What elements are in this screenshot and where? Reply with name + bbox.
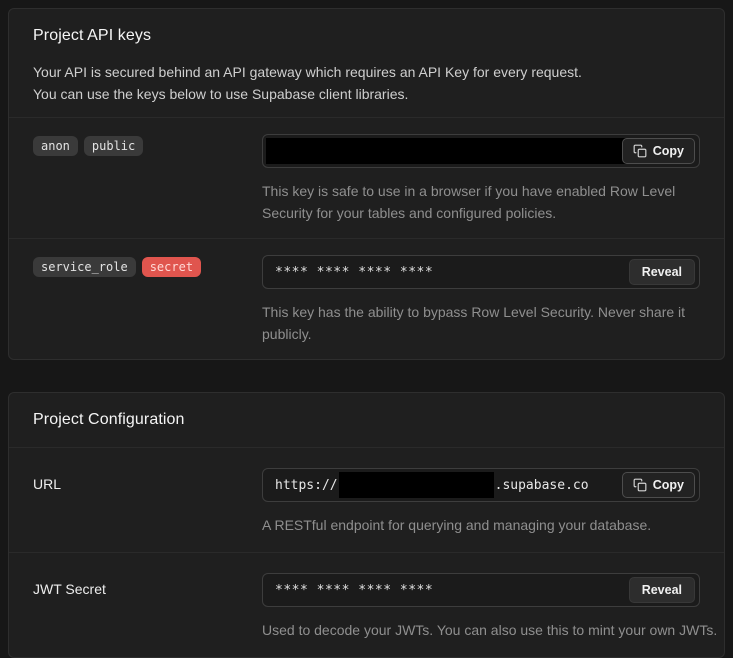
redacted-anon-key — [266, 138, 626, 164]
settings-page: { "colors": { "page_bg": "#171717", "car… — [0, 8, 733, 655]
copy-icon — [633, 144, 647, 158]
api-keys-header: Project API keys Your API is secured beh… — [9, 9, 724, 117]
public-badge: public — [84, 136, 143, 156]
anon-key-field: Copy This key is safe to use in a browse… — [262, 134, 700, 224]
service-role-key-hint: This key has the ability to bypass Row L… — [262, 301, 700, 345]
jwt-secret-input[interactable]: **** **** **** **** Reveal — [262, 573, 700, 607]
url-label: URL — [33, 468, 262, 536]
masked-jwt-secret: **** **** **** **** — [275, 583, 433, 598]
jwt-secret-field: **** **** **** **** Reveal Used to decod… — [262, 573, 700, 641]
project-api-keys-card: Project API keys Your API is secured beh… — [8, 8, 725, 360]
copy-button-label: Copy — [653, 478, 684, 492]
url-suffix: .supabase.co — [495, 478, 589, 493]
url-row: URL https:// .supabase.co Copy A RESTful… — [9, 447, 724, 552]
anon-key-field-column: Copy This key is safe to use in a browse… — [262, 134, 700, 224]
jwt-secret-label: JWT Secret — [33, 573, 262, 641]
project-configuration-card: Project Configuration URL https:// .supa… — [8, 392, 725, 658]
copy-button-label: Copy — [653, 144, 684, 158]
jwt-secret-row: JWT Secret **** **** **** **** Reveal Us… — [9, 552, 724, 657]
url-input[interactable]: https:// .supabase.co Copy — [262, 468, 700, 502]
service-role-key-input[interactable]: **** **** **** **** Reveal — [262, 255, 700, 289]
copy-icon — [633, 478, 647, 492]
anon-key-badges: anon public — [33, 134, 262, 224]
url-prefix: https:// — [275, 478, 338, 493]
jwt-secret-field-column: **** **** **** **** Reveal Used to decod… — [262, 573, 700, 641]
reveal-button-label: Reveal — [642, 265, 682, 279]
anon-key-hint: This key is safe to use in a browser if … — [262, 180, 700, 224]
anon-key-input[interactable]: Copy — [262, 134, 700, 168]
masked-service-role-key: **** **** **** **** — [275, 265, 433, 280]
reveal-service-role-key-button[interactable]: Reveal — [629, 259, 695, 285]
url-hint: A RESTful endpoint for querying and mana… — [262, 514, 700, 536]
reveal-jwt-secret-button[interactable]: Reveal — [629, 577, 695, 603]
anon-key-row: anon public Copy This key is safe to use… — [9, 117, 724, 238]
redacted-project-ref — [339, 472, 494, 498]
api-keys-description: Your API is secured behind an API gatewa… — [33, 61, 700, 105]
service-role-badges: service_role secret — [33, 255, 262, 345]
copy-anon-key-button[interactable]: Copy — [622, 138, 695, 164]
url-field: https:// .supabase.co Copy A RESTful end… — [262, 468, 700, 536]
service-role-field: **** **** **** **** Reveal This key has … — [262, 255, 700, 345]
service-role-badge: service_role — [33, 257, 136, 277]
api-keys-description-line2: You can use the keys below to use Supaba… — [33, 86, 408, 102]
anon-badge: anon — [33, 136, 78, 156]
api-keys-description-line1: Your API is secured behind an API gatewa… — [33, 64, 582, 80]
reveal-button-label: Reveal — [642, 583, 682, 597]
url-field-column: https:// .supabase.co Copy A RESTful end… — [262, 468, 700, 536]
service-role-field-column: **** **** **** **** Reveal This key has … — [262, 255, 700, 345]
project-configuration-header: Project Configuration — [9, 393, 724, 447]
project-configuration-title: Project Configuration — [33, 411, 700, 429]
api-keys-title: Project API keys — [33, 27, 700, 45]
service-role-key-row: service_role secret **** **** **** **** … — [9, 238, 724, 359]
copy-url-button[interactable]: Copy — [622, 472, 695, 498]
jwt-secret-hint: Used to decode your JWTs. You can also u… — [262, 619, 700, 641]
secret-badge: secret — [142, 257, 201, 277]
